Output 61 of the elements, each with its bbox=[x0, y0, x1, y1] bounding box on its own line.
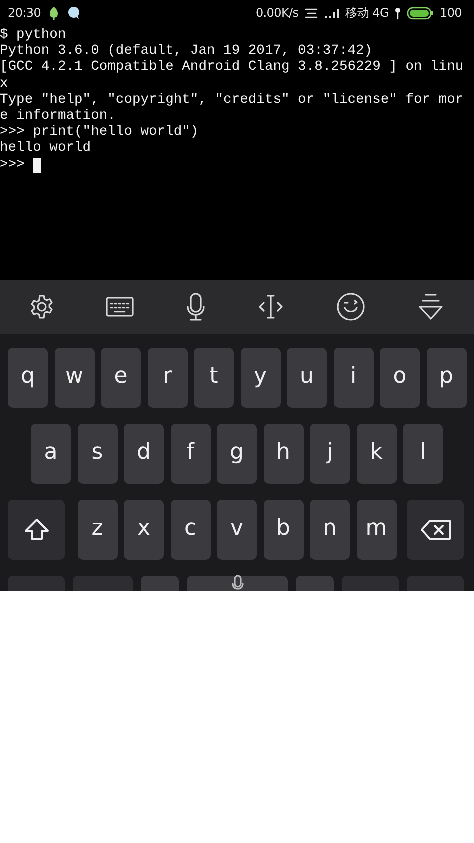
key[interactable]: u bbox=[287, 348, 327, 408]
key[interactable]: d bbox=[124, 424, 164, 484]
terminal-line: hello world bbox=[0, 141, 92, 158]
key[interactable]: l bbox=[403, 424, 443, 484]
key[interactable]: g bbox=[217, 424, 257, 484]
key[interactable]: s bbox=[78, 424, 118, 484]
key[interactable]: e bbox=[101, 348, 141, 408]
key[interactable]: x bbox=[124, 500, 164, 560]
signal-icon bbox=[324, 8, 340, 18]
key[interactable]: v bbox=[217, 500, 257, 560]
chat-bubble-icon bbox=[67, 6, 82, 20]
terminal-line: x bbox=[0, 76, 10, 93]
terminal-line: [GCC 4.2.1 Compatible Android Clang 3.8.256229 ] on linu bbox=[0, 60, 465, 77]
key[interactable]: p bbox=[426, 348, 466, 408]
winking-face-icon bbox=[336, 292, 366, 322]
key[interactable]: b bbox=[264, 500, 304, 560]
pin-icon bbox=[394, 6, 401, 20]
microphone-icon bbox=[186, 292, 206, 322]
shift-key[interactable] bbox=[8, 500, 65, 560]
key[interactable]: z bbox=[78, 500, 118, 560]
toolbar-button[interactable] bbox=[105, 295, 136, 319]
text-cursor bbox=[32, 158, 41, 174]
toolbar-button[interactable] bbox=[336, 292, 366, 322]
key[interactable]: a bbox=[31, 424, 71, 484]
key[interactable]: r bbox=[148, 348, 188, 408]
leaf-icon bbox=[48, 6, 60, 20]
key[interactable]: j bbox=[310, 424, 350, 484]
key[interactable]: q bbox=[8, 348, 48, 408]
key[interactable]: c bbox=[170, 500, 210, 560]
toolbar-button[interactable] bbox=[416, 292, 445, 322]
collapse-icon bbox=[416, 292, 445, 322]
key[interactable]: h bbox=[264, 424, 304, 484]
toolbar-button[interactable] bbox=[29, 294, 56, 320]
key[interactable]: t bbox=[194, 348, 234, 408]
key[interactable]: o bbox=[380, 348, 420, 408]
terminal-line: $ python bbox=[0, 28, 68, 44]
key[interactable]: n bbox=[310, 500, 350, 560]
key[interactable]: k bbox=[356, 424, 396, 484]
microphone-icon bbox=[230, 574, 244, 591]
key[interactable]: m bbox=[356, 500, 396, 560]
key[interactable]: i bbox=[334, 348, 374, 408]
key[interactable]: f bbox=[170, 424, 210, 484]
prompt: >>> bbox=[0, 158, 25, 174]
terminal-line: e information. bbox=[0, 108, 117, 125]
terminal-line: Python 3.6.0 (default, Jan 19 2017, 03:37:42) bbox=[0, 44, 374, 60]
battery-icon bbox=[406, 6, 434, 20]
terminal-line: >>> print("hello world") bbox=[0, 125, 200, 141]
backspace-key[interactable] bbox=[407, 500, 464, 560]
keyboard-icon bbox=[105, 295, 136, 319]
toolbar-button[interactable] bbox=[186, 292, 206, 322]
carrier-label: 移动 4G bbox=[346, 4, 389, 22]
terminal-line: Type "help", "copyright", "credits" or "license" for mor bbox=[0, 92, 465, 109]
clock: 20:30 bbox=[8, 6, 42, 20]
lines-icon bbox=[304, 8, 318, 18]
key[interactable]: w bbox=[54, 348, 94, 408]
backspace-icon bbox=[420, 519, 452, 541]
key[interactable]: y bbox=[240, 348, 280, 408]
network-speed: 0.00K/s bbox=[256, 6, 299, 20]
battery-level: 100 bbox=[440, 6, 462, 20]
shift-arrow-icon bbox=[24, 518, 50, 542]
settings-icon bbox=[29, 294, 56, 320]
